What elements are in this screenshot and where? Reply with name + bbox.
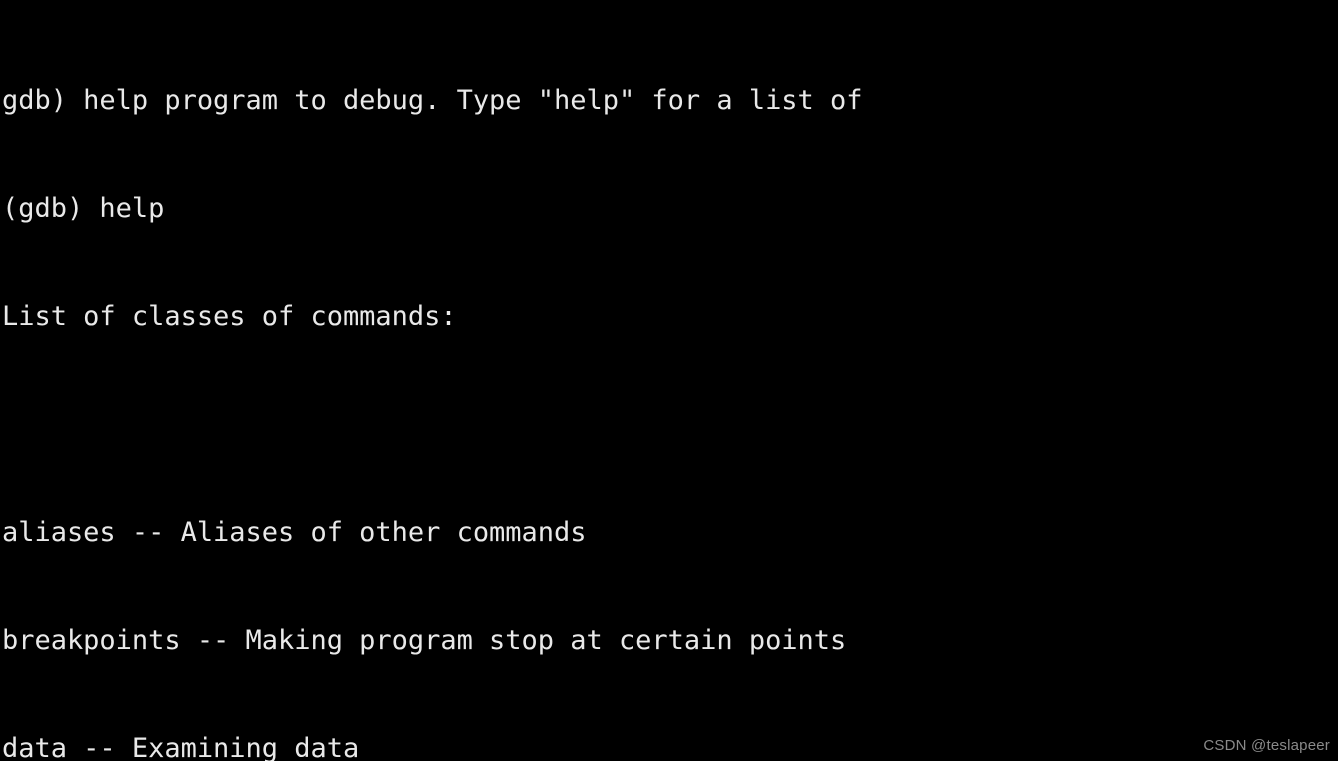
terminal-window[interactable]: gdb) help program to debug. Type "help" …: [0, 0, 1338, 761]
terminal-line-heading: List of classes of commands:: [2, 301, 457, 332]
terminal-line-class-data: data -- Examining data: [2, 733, 360, 761]
terminal-line-class-aliases: aliases -- Aliases of other commands: [2, 517, 587, 548]
terminal-output[interactable]: gdb) help program to debug. Type "help" …: [0, 0, 1338, 761]
terminal-line-class-breakpoints: breakpoints -- Making program stop at ce…: [2, 625, 847, 656]
watermark: CSDN @teslapeer: [1203, 737, 1330, 754]
terminal-line: gdb) help program to debug. Type "help" …: [2, 85, 863, 116]
terminal-line-prompt: (gdb) help: [2, 193, 165, 224]
